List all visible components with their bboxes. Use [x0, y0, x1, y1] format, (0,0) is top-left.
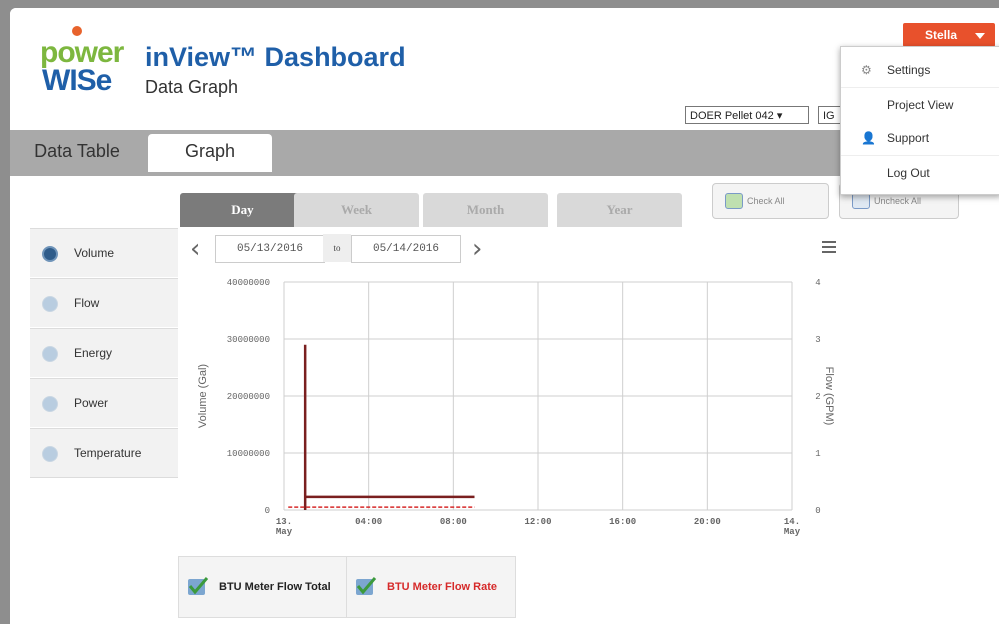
check-all-label: Check All: [747, 196, 785, 206]
menu-item-project-view[interactable]: Project View: [841, 87, 999, 122]
metric-label: Temperature: [74, 446, 142, 460]
page-title: inView™ Dashboard: [145, 42, 406, 72]
x-tick-label: 12:00: [524, 517, 551, 527]
y-tick-label: 20000000: [227, 392, 270, 402]
powerwise-logo: power WISe: [40, 26, 130, 106]
date-to-label: to: [323, 234, 351, 262]
x-tick-label: 08:00: [440, 517, 467, 527]
y-tick-label: 0: [265, 506, 270, 516]
metric-label: Energy: [74, 346, 113, 360]
tab-data-table[interactable]: Data Table: [22, 134, 132, 168]
range-tab-month[interactable]: Month: [423, 193, 548, 227]
radio-icon: [42, 396, 58, 412]
menu-item-support[interactable]: 👤 Support: [841, 121, 999, 155]
metric-flow[interactable]: Flow: [30, 278, 178, 327]
metric-temperature[interactable]: Temperature: [30, 428, 178, 478]
person-icon: 👤: [861, 131, 876, 145]
x-tick-label: May: [784, 527, 801, 537]
metric-power[interactable]: Power: [30, 378, 178, 427]
chevron-down-icon: [975, 33, 985, 39]
date-from-input[interactable]: 05/13/2016: [215, 235, 325, 263]
project-select[interactable]: DOER Pellet 042 ▾: [685, 106, 809, 124]
metric-label: Power: [74, 396, 109, 410]
menu-item-log-out[interactable]: Log Out: [841, 155, 999, 190]
y-tick-label: 10000000: [227, 449, 270, 459]
user-dropdown-menu: ⚙ Settings Project View 👤 Support Log Ou…: [840, 46, 999, 195]
legend-item-flow-rate[interactable]: BTU Meter Flow Rate: [346, 556, 516, 618]
radio-icon: [42, 446, 58, 462]
check-all-icon: [725, 193, 743, 209]
gear-icon: ⚙: [861, 63, 872, 77]
check-all-button[interactable]: Check All: [712, 183, 829, 219]
next-date-arrow[interactable]: ›: [472, 236, 482, 262]
y2-tick-label: 2: [815, 392, 820, 402]
logo-bottom-text: WISe: [42, 64, 112, 97]
range-tab-week[interactable]: Week: [294, 193, 419, 227]
x-tick-label: 16:00: [609, 517, 636, 527]
metric-label: Flow: [74, 296, 100, 310]
x-tick-label: 04:00: [355, 517, 382, 527]
y2-axis-title: Flow (GPM): [823, 367, 835, 426]
legend-label: BTU Meter Flow Total: [219, 581, 331, 593]
legend-item-flow-total[interactable]: BTU Meter Flow Total: [178, 556, 348, 618]
y2-tick-label: 0: [815, 506, 820, 516]
metric-label: Volume: [74, 246, 115, 260]
x-tick-label: 13.: [276, 517, 292, 527]
range-tab-year[interactable]: Year: [557, 193, 682, 227]
radio-icon: [42, 246, 58, 262]
menu-item-settings[interactable]: ⚙ Settings: [841, 53, 999, 87]
y2-tick-label: 3: [815, 335, 820, 345]
volume-flow-chart: 40000000 4 30000000 3 20000000 2 10000000 1 0 0 13…: [197, 278, 835, 537]
legend-label: BTU Meter Flow Rate: [387, 581, 498, 593]
y2-tick-label: 1: [815, 449, 820, 459]
menu-item-label: Support: [887, 131, 930, 145]
uncheck-all-icon: [852, 193, 870, 209]
x-tick-label: 20:00: [694, 517, 721, 527]
x-tick-label: 14.: [784, 517, 800, 527]
radio-icon: [42, 296, 58, 312]
radio-icon: [42, 346, 58, 362]
y2-tick-label: 4: [815, 278, 820, 288]
y-tick-label: 40000000: [227, 278, 270, 288]
x-tick-label: May: [276, 527, 293, 537]
user-name: Stella: [925, 28, 958, 42]
series-line-flow-total: [303, 344, 475, 510]
date-to-input[interactable]: 05/14/2016: [351, 235, 461, 263]
checkbox-checked-icon: [356, 577, 377, 595]
menu-item-label: Log Out: [887, 166, 930, 180]
y-tick-label: 30000000: [227, 335, 270, 345]
app-frame: power WISe inView™ Dashboard Data Graph …: [10, 8, 999, 624]
prev-date-arrow[interactable]: ‹: [190, 236, 200, 262]
chart-menu-icon[interactable]: [822, 241, 836, 253]
user-menu-button[interactable]: Stella: [903, 23, 995, 47]
page-subtitle: Data Graph: [145, 77, 239, 97]
metric-energy[interactable]: Energy: [30, 328, 178, 377]
tab-graph[interactable]: Graph: [148, 134, 272, 172]
checkbox-checked-icon: [188, 577, 209, 595]
y-axis-title: Volume (Gal): [197, 364, 209, 428]
range-tab-day[interactable]: Day: [180, 193, 305, 227]
logo-dot: [72, 26, 82, 36]
menu-item-label: Project View: [887, 98, 954, 112]
metric-volume[interactable]: Volume: [30, 228, 178, 277]
menu-item-label: Settings: [887, 63, 931, 77]
